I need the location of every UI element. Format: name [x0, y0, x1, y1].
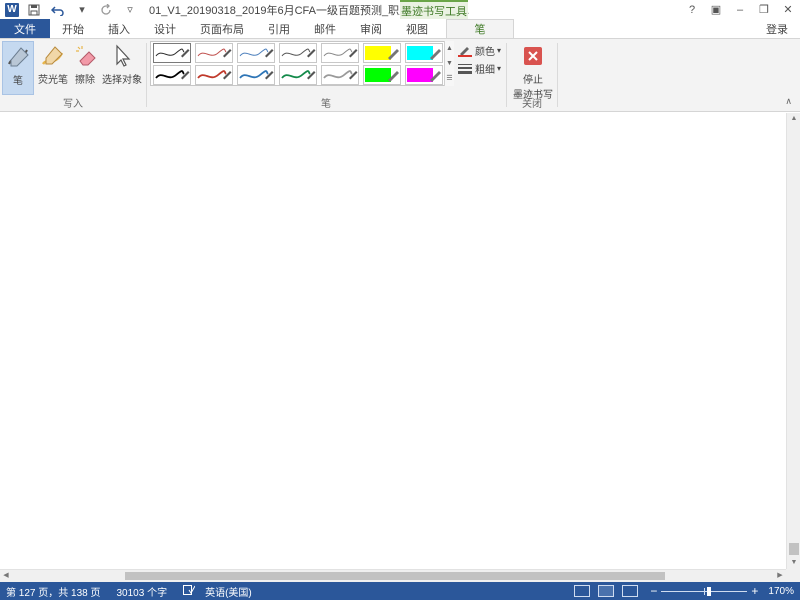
pen-gallery [150, 41, 454, 86]
scrollbar-corner [786, 569, 800, 582]
title-bar: W ▾ ▿ 01_V1_20190318_2019年6月CFA一级百题预测_职业… [0, 0, 800, 19]
tab-view[interactable]: 视图 [394, 19, 440, 38]
zoom-slider-thumb[interactable] [707, 586, 712, 596]
pen-color-icon [458, 46, 472, 57]
read-mode-icon[interactable] [574, 585, 591, 597]
eraser-icon [70, 41, 100, 71]
highlighter-button[interactable]: 荧光笔 [36, 41, 70, 86]
zoom-in-icon[interactable]: + [751, 584, 758, 598]
document-canvas[interactable] [0, 113, 786, 569]
pen-button[interactable]: 笔 [2, 41, 34, 95]
tab-pens[interactable]: 笔 [446, 19, 514, 38]
pen-icon [3, 42, 33, 72]
pen-swatch[interactable] [237, 65, 275, 85]
stop-inking-line1: 停止 [523, 75, 543, 86]
horizontal-scrollbar[interactable]: ◀ ▶ [0, 569, 786, 582]
ribbon: 笔 荧光笔 擦除 选择对象 写入 笔 ▲ ▼ ☰ 颜色 ▾ 粗细 ▾ 停止 墨迹… [0, 38, 800, 112]
customize-qat-icon[interactable]: ▿ [121, 2, 139, 18]
status-bar: 第 127 页，共 138 页 30103 个字 英语(美国) − + 170% [0, 582, 800, 600]
web-layout-icon[interactable] [622, 585, 639, 597]
tab-review[interactable]: 审阅 [348, 19, 394, 38]
proofing-icon[interactable] [183, 584, 196, 598]
minimize-button[interactable]: – [728, 0, 752, 19]
pen-gallery-scroll: ▲ ▼ ☰ [444, 41, 454, 86]
select-objects-label: 选择对象 [102, 75, 142, 86]
pen-swatch[interactable] [195, 65, 233, 85]
zoom-slider[interactable] [661, 586, 748, 596]
vertical-scrollbar[interactable]: ▲ ▼ [786, 113, 800, 569]
pen-color-button[interactable]: 颜色 ▾ [458, 43, 501, 58]
word-app-icon[interactable]: W [5, 2, 19, 17]
page-count[interactable]: 第 127 页，共 138 页 [6, 584, 100, 599]
tab-file[interactable]: 文件 [0, 19, 50, 38]
cursor-arrow-icon [107, 41, 137, 71]
zoom-out-icon[interactable]: − [650, 584, 657, 598]
eraser-button[interactable]: 擦除 [70, 41, 100, 86]
pen-swatch[interactable] [405, 43, 443, 63]
pen-swatch[interactable] [279, 43, 317, 63]
close-group: 停止 墨迹书写 关闭 [507, 39, 557, 112]
close-group-label: 关闭 [522, 99, 542, 110]
scroll-up-icon[interactable]: ▲ [787, 113, 800, 125]
sign-in-link[interactable]: 登录 [766, 19, 788, 38]
language-indicator[interactable]: 英语(美国) [205, 584, 252, 599]
restore-button[interactable]: ❐ [752, 0, 776, 19]
tab-mailings[interactable]: 邮件 [302, 19, 348, 38]
pen-thickness-button[interactable]: 粗细 ▾ [458, 61, 501, 76]
pen-swatch[interactable] [321, 65, 359, 85]
close-window-button[interactable]: ✕ [776, 0, 800, 19]
print-layout-icon[interactable] [598, 585, 615, 597]
undo-dropdown-icon[interactable]: ▾ [73, 2, 91, 18]
help-icon[interactable]: ? [680, 0, 704, 19]
highlighter-icon [38, 41, 68, 71]
pen-swatch[interactable] [321, 43, 359, 63]
select-objects-button[interactable]: 选择对象 [100, 41, 144, 86]
pen-swatch[interactable] [363, 43, 401, 63]
tab-page-layout[interactable]: 页面布局 [188, 19, 256, 38]
zoom-center-tick [704, 587, 706, 595]
pen-thickness-label: 粗细 [475, 65, 495, 76]
pen-swatch[interactable] [195, 43, 233, 63]
word-count[interactable]: 30103 个字 [116, 584, 167, 599]
scroll-right-icon[interactable]: ▶ [774, 570, 786, 582]
pen-label: 笔 [13, 76, 23, 87]
write-group-label: 写入 [63, 99, 83, 110]
pen-swatch[interactable] [153, 43, 191, 63]
gallery-up-icon[interactable]: ▲ [445, 41, 454, 56]
redo-icon[interactable] [97, 2, 115, 18]
tab-insert[interactable]: 插入 [96, 19, 142, 38]
ribbon-tabs: 文件 开始 插入 设计 页面布局 引用 邮件 审阅 视图 笔 登录 [0, 19, 800, 38]
stop-inking-button[interactable]: 停止 墨迹书写 [511, 41, 555, 101]
close-ink-icon [518, 41, 548, 71]
chevron-down-icon: ▾ [497, 64, 502, 73]
tab-design[interactable]: 设计 [142, 19, 188, 38]
tab-references[interactable]: 引用 [256, 19, 302, 38]
pen-swatch[interactable] [405, 65, 443, 85]
horizontal-scroll-thumb[interactable] [125, 572, 665, 580]
collapse-ribbon-icon[interactable]: ∧ [785, 96, 792, 107]
ribbon-display-options-icon[interactable]: ▣ [704, 0, 728, 19]
line-thickness-icon [458, 63, 472, 74]
ink-tools-context-title: 墨迹书写工具 [400, 0, 468, 19]
pens-group-label: 笔 [321, 99, 331, 110]
pen-color-label: 颜色 [475, 47, 495, 58]
gallery-down-icon[interactable]: ▼ [445, 56, 454, 71]
write-group: 笔 荧光笔 擦除 选择对象 写入 [0, 39, 146, 112]
eraser-label: 擦除 [75, 75, 95, 86]
scroll-down-icon[interactable]: ▼ [787, 557, 800, 569]
pen-swatch[interactable] [279, 65, 317, 85]
undo-icon[interactable] [49, 2, 67, 18]
scroll-left-icon[interactable]: ◀ [0, 570, 12, 582]
highlighter-label: 荧光笔 [38, 75, 68, 86]
pen-swatch[interactable] [363, 65, 401, 85]
pen-swatch[interactable] [153, 65, 191, 85]
pen-swatch[interactable] [237, 43, 275, 63]
zoom-level[interactable]: 170% [768, 586, 794, 597]
save-icon[interactable] [25, 2, 43, 18]
vertical-scroll-thumb[interactable] [789, 543, 799, 555]
tab-home[interactable]: 开始 [50, 19, 96, 38]
chevron-down-icon: ▾ [497, 46, 502, 55]
gallery-more-icon[interactable]: ☰ [445, 71, 454, 86]
group-divider [557, 43, 558, 107]
